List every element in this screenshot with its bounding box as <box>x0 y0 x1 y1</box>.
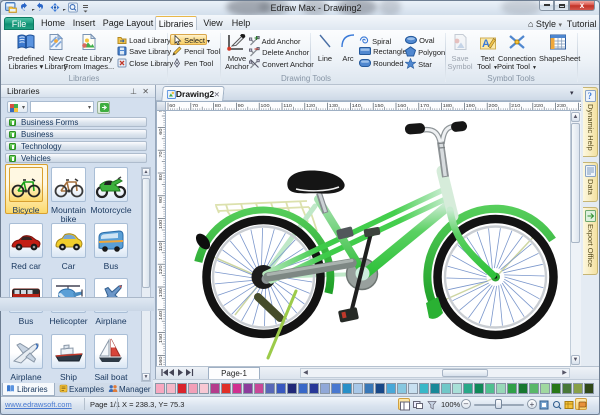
svg-text:120: 120 <box>306 103 315 108</box>
svg-text:90: 90 <box>238 103 244 108</box>
svg-text:160: 160 <box>158 356 163 365</box>
svg-text:80: 80 <box>215 103 221 108</box>
svg-text:130: 130 <box>329 103 338 108</box>
svg-text:A: A <box>482 38 490 50</box>
svg-text:70: 70 <box>158 151 163 157</box>
svg-text:120: 120 <box>158 265 163 274</box>
svg-text:110: 110 <box>158 242 163 251</box>
svg-text:130: 130 <box>158 288 163 297</box>
svg-text:140: 140 <box>158 311 163 320</box>
svg-text:160: 160 <box>397 103 406 108</box>
svg-text:90: 90 <box>158 197 163 203</box>
svg-text:100: 100 <box>158 220 163 229</box>
svg-text:80: 80 <box>158 174 163 180</box>
svg-text:60: 60 <box>158 128 163 134</box>
svg-text:140: 140 <box>352 103 361 108</box>
svg-text:230: 230 <box>557 103 566 108</box>
svg-text:170: 170 <box>420 103 429 108</box>
svg-text:110: 110 <box>283 103 292 108</box>
svg-text:180: 180 <box>443 103 452 108</box>
svg-text:150: 150 <box>158 334 163 343</box>
svg-text:60: 60 <box>169 103 175 108</box>
svg-text:70: 70 <box>192 103 198 108</box>
svg-text:200: 200 <box>488 103 497 108</box>
svg-text:190: 190 <box>466 103 475 108</box>
svg-text:210: 210 <box>511 103 520 108</box>
svg-text:?: ? <box>588 91 593 101</box>
svg-text:220: 220 <box>534 103 543 108</box>
svg-text:100: 100 <box>260 103 269 108</box>
svg-text:150: 150 <box>374 103 383 108</box>
